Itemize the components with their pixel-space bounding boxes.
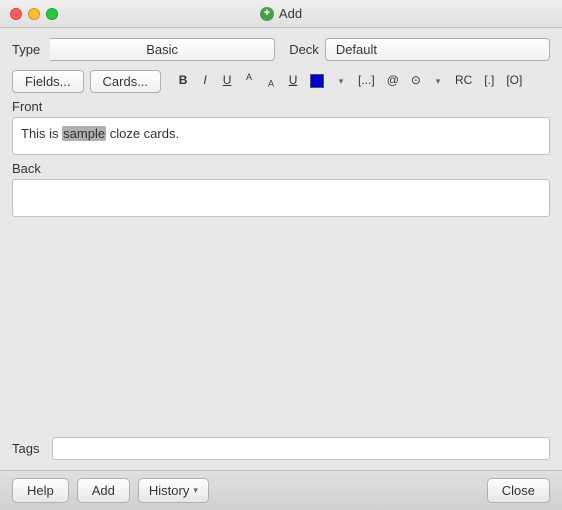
italic-button[interactable]: I [195,70,215,92]
help-button[interactable]: Help [12,478,69,503]
type-selector: Basic [50,38,275,61]
superscript-button[interactable]: A [239,69,259,93]
close-traffic-light[interactable] [10,8,22,20]
traffic-lights [10,8,58,20]
minimize-traffic-light[interactable] [28,8,40,20]
rc-button[interactable]: RC [450,70,477,92]
tags-row: Tags [12,427,550,460]
sample-highlight: sample [62,126,106,141]
color-swatch [310,74,324,88]
back-label: Back [12,161,550,176]
add-icon: + [260,7,274,21]
title-bar: + Add [0,0,562,28]
strikethrough-button[interactable]: U̲ [283,70,303,92]
tags-input[interactable] [52,437,550,460]
close-button[interactable]: Close [487,478,550,503]
back-input[interactable] [12,179,550,217]
add-button[interactable]: Add [77,478,130,503]
chevron-down-icon2: ▾ [436,76,441,86]
chevron-down-icon: ▾ [339,76,344,86]
brackets-button[interactable]: [.] [479,70,499,92]
color-dropdown-button[interactable]: ▾ [331,70,351,92]
maximize-traffic-light[interactable] [46,8,58,20]
type-label: Type [12,42,50,57]
deck-selector: Default [325,38,550,61]
deck-label: Deck [289,42,319,57]
type-deck-row: Type Basic Deck Default [12,38,550,61]
target-button[interactable]: ⊙ [406,70,426,92]
front-field-section: Front This is sample cloze cards. [12,99,550,155]
history-chevron-icon: ▾ [193,485,198,496]
fields-toolbar-row: Fields... Cards... B I U A A U̲ ▾ [...] … [12,69,550,93]
formatting-toolbar: B I U A A U̲ ▾ [...] @ ⊙ ▾ RC [.] [O] [173,69,527,93]
bottom-bar: Help Add History ▾ Close [0,470,562,510]
window-title: + Add [260,6,302,21]
target-dropdown-button[interactable]: ▾ [428,70,448,92]
target-icon: ⊙ [411,73,421,87]
color-button[interactable] [305,70,329,92]
ellipsis-button[interactable]: [...] [353,70,380,92]
subscript-button[interactable]: A [261,69,281,93]
history-label: History [149,483,189,498]
deck-button[interactable]: Default [325,38,550,61]
front-input[interactable]: This is sample cloze cards. [12,117,550,155]
fields-button[interactable]: Fields... [12,70,84,93]
history-button[interactable]: History ▾ [138,478,209,503]
main-content: Type Basic Deck Default Fields... Cards.… [0,28,562,470]
underline-button[interactable]: U [217,70,237,92]
tags-label: Tags [12,441,44,456]
square-brackets-button[interactable]: [O] [501,70,527,92]
at-button[interactable]: @ [382,70,404,92]
back-field-section: Back [12,161,550,217]
type-button[interactable]: Basic [50,38,275,61]
bold-button[interactable]: B [173,70,193,92]
front-label: Front [12,99,550,114]
cards-button[interactable]: Cards... [90,70,162,93]
